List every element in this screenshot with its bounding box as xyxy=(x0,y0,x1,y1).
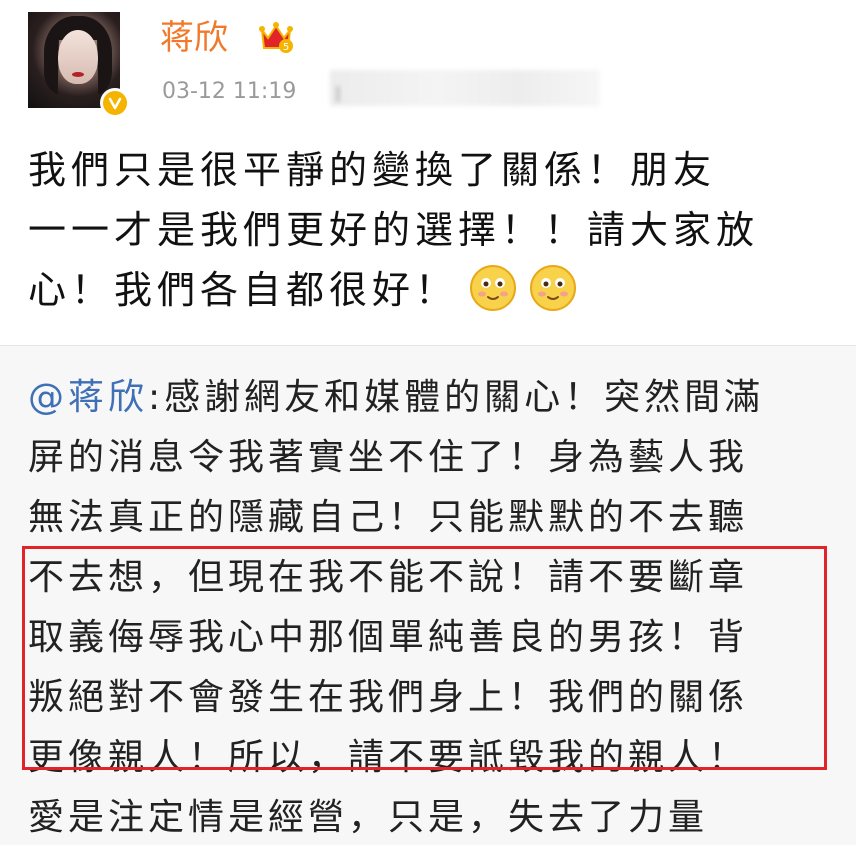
svg-text:5: 5 xyxy=(283,42,289,53)
repost-line: 愛是注定情是經營，只是，失去了力量 xyxy=(28,797,709,838)
post-header: 蒋欣 5 03-12 11:19 xyxy=(0,0,856,125)
smile-emoji-icon xyxy=(530,265,577,311)
blurred-source xyxy=(330,70,600,106)
post-line: 心！我們各自都很好！ xyxy=(28,260,838,320)
username[interactable]: 蒋欣 xyxy=(160,16,228,60)
repost-line: 屏的消息令我著實坐不住了！身為藝人我 xyxy=(28,437,749,478)
post-text: 我們只是很平靜的變換了關係！朋友 一一才是我們更好的選擇！！請大家放 心！我們各… xyxy=(28,140,838,320)
repost-line-text: :感謝網友和媒體的關心！突然間滿 xyxy=(148,377,765,418)
vip-crown-icon[interactable]: 5 xyxy=(258,18,294,54)
mention-link[interactable]: @蒋欣 xyxy=(28,377,148,418)
verified-badge-icon xyxy=(100,88,130,118)
smile-emoji-icon xyxy=(470,265,517,311)
avatar-lips xyxy=(72,72,84,77)
post-line-text: 心！我們各自都很好！ xyxy=(28,268,459,312)
post-line: 一一才是我們更好的選擇！！請大家放 xyxy=(28,208,760,252)
highlight-box xyxy=(22,546,827,770)
post-timestamp: 03-12 11:19 xyxy=(162,79,297,104)
repost-line: 無法真正的隱藏自己！只能默默的不去聽 xyxy=(28,497,749,538)
post-line: 我們只是很平靜的變換了關係！朋友 xyxy=(28,148,717,192)
repost-line: @蒋欣:感謝網友和媒體的關心！突然間滿 xyxy=(28,368,838,428)
